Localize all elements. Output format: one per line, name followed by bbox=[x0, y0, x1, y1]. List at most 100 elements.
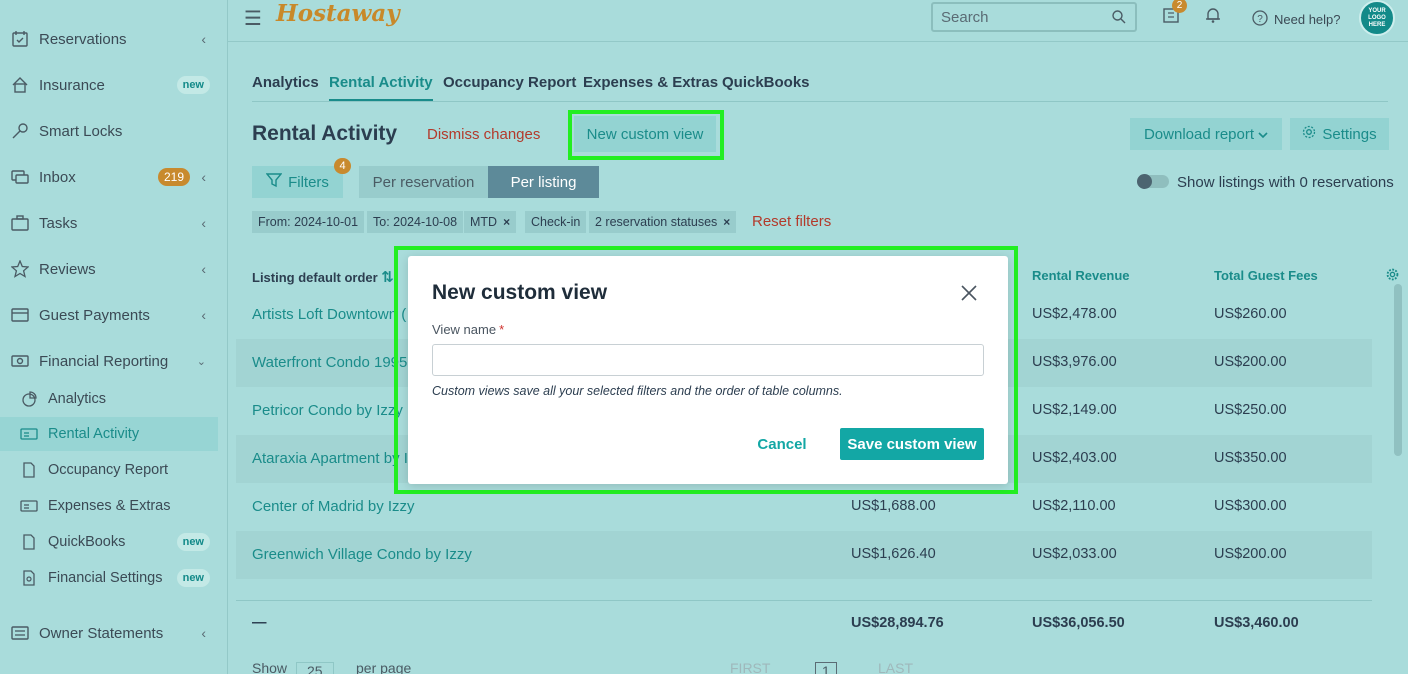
sidebar-item-insurance[interactable]: Insurance new bbox=[0, 67, 218, 103]
filter-chip-statuses[interactable]: 2 reservation statuses × bbox=[589, 211, 737, 233]
chevron-left-icon: ‹ bbox=[201, 625, 206, 641]
column-header-listing[interactable]: Listing default order ⇅ bbox=[252, 268, 394, 286]
listing-link[interactable]: Artists Loft Downtown ( bbox=[252, 306, 406, 323]
listing-link[interactable]: Center of Madrid by Izzy bbox=[252, 498, 415, 515]
help-link[interactable]: ? Need help? bbox=[1252, 10, 1341, 29]
inbox-count-badge: 219 bbox=[157, 168, 190, 186]
tab-quickbooks[interactable]: QuickBooks bbox=[722, 74, 810, 99]
sidebar-sub-occupancy-report[interactable]: Occupancy Report bbox=[0, 453, 218, 487]
briefcase-icon bbox=[10, 213, 30, 233]
guest-fees-cell: US$300.00 bbox=[1214, 498, 1287, 514]
totals-dash: — bbox=[252, 615, 267, 631]
view-name-help-text: Custom views save all your selected filt… bbox=[432, 384, 843, 398]
guest-fees-cell: US$200.00 bbox=[1214, 354, 1287, 370]
gear-icon bbox=[1302, 125, 1316, 143]
sidebar-item-reviews[interactable]: Reviews ‹ bbox=[0, 251, 218, 287]
column-header-rental-revenue[interactable]: Rental Revenue bbox=[1032, 268, 1130, 283]
column-settings-gear-icon[interactable] bbox=[1386, 268, 1399, 284]
new-custom-view-dialog: New custom view View name * Custom views … bbox=[408, 256, 1008, 484]
column-header-label: Listing default order bbox=[252, 270, 378, 285]
filter-chip-to[interactable]: To: 2024-10-08 bbox=[367, 211, 464, 233]
close-icon[interactable]: × bbox=[503, 215, 510, 229]
per-reservation-toggle[interactable]: Per reservation bbox=[359, 166, 488, 198]
chat-icon bbox=[10, 167, 30, 187]
filter-chip-from[interactable]: From: 2024-10-01 bbox=[252, 211, 365, 233]
chip-label: MTD bbox=[470, 215, 498, 229]
listing-link[interactable]: Petricor Condo by Izzy bbox=[252, 402, 403, 419]
chevron-left-icon: ‹ bbox=[201, 307, 206, 323]
sidebar-item-label: Tasks bbox=[39, 214, 78, 232]
sidebar-item-inbox[interactable]: Inbox 219 ‹ bbox=[0, 159, 218, 195]
filter-chip-mtd[interactable]: MTD × bbox=[464, 211, 517, 233]
settings-button[interactable]: Settings bbox=[1290, 118, 1389, 150]
download-report-button[interactable]: Download report bbox=[1130, 118, 1282, 150]
sidebar-sub-expenses-extras[interactable]: Expenses & Extras bbox=[0, 489, 218, 523]
view-name-input[interactable] bbox=[432, 344, 984, 376]
tab-occupancy-report[interactable]: Occupancy Report bbox=[443, 74, 576, 99]
notification-count-badge: 2 bbox=[1172, 0, 1187, 13]
money-icon bbox=[20, 425, 38, 443]
sidebar-item-smart-locks[interactable]: Smart Locks bbox=[0, 113, 218, 149]
filters-button[interactable]: Filters bbox=[252, 166, 343, 198]
listing-link[interactable]: Ataraxia Apartment by Iz bbox=[252, 450, 415, 467]
highlight-box bbox=[568, 110, 724, 160]
table-scrollbar[interactable] bbox=[1394, 284, 1402, 456]
sidebar-item-label: Reservations bbox=[39, 30, 127, 48]
sidebar-item-guest-payments[interactable]: Guest Payments ‹ bbox=[0, 297, 218, 333]
sidebar-item-tasks[interactable]: Tasks ‹ bbox=[0, 205, 218, 241]
bell-icon[interactable] bbox=[1204, 6, 1222, 27]
calendar-check-icon bbox=[10, 29, 30, 49]
chevron-left-icon: ‹ bbox=[201, 215, 206, 231]
sidebar-item-label: QuickBooks bbox=[48, 534, 126, 550]
tab-expenses-extras[interactable]: Expenses & Extras bbox=[583, 74, 718, 99]
total-guest-fees: US$3,460.00 bbox=[1214, 615, 1299, 631]
sidebar-item-label: Insurance bbox=[39, 76, 105, 94]
zero-reservations-switch[interactable] bbox=[1137, 174, 1169, 189]
sidebar-sub-rental-activity[interactable]: Rental Activity bbox=[0, 417, 218, 451]
sidebar-item-label: Rental Activity bbox=[48, 426, 140, 442]
sort-icon[interactable]: ⇅ bbox=[381, 269, 394, 286]
page-title: Rental Activity bbox=[252, 122, 398, 145]
guest-fees-cell: US$350.00 bbox=[1214, 450, 1287, 466]
dismiss-changes-button[interactable]: Dismiss changes bbox=[427, 126, 540, 143]
table-row[interactable]: Greenwich Village Condo by Izzy US$1,626… bbox=[236, 531, 1372, 579]
view-name-label-text: View name bbox=[432, 322, 497, 337]
pager-current-page[interactable]: 1 bbox=[815, 662, 837, 674]
sidebar-sub-financial-settings[interactable]: Financial Settings new bbox=[0, 561, 218, 595]
pager-first[interactable]: FIRST bbox=[730, 660, 770, 674]
filter-chip-checkin[interactable]: Check-in bbox=[525, 211, 587, 233]
payout-cell: US$1,626.40 bbox=[851, 546, 936, 562]
sidebar: Reservations ‹ Insurance new Smart Locks… bbox=[0, 0, 228, 674]
close-icon[interactable]: × bbox=[723, 215, 730, 229]
avatar[interactable]: YOUR LOGO HERE bbox=[1359, 0, 1395, 36]
listing-link[interactable]: Waterfront Condo 1995 bbox=[252, 354, 407, 371]
sidebar-item-reservations[interactable]: Reservations ‹ bbox=[0, 21, 218, 57]
save-custom-view-button[interactable]: Save custom view bbox=[840, 428, 984, 460]
sidebar-sub-quickbooks[interactable]: QuickBooks new bbox=[0, 525, 218, 559]
sidebar-sub-analytics[interactable]: Analytics bbox=[0, 382, 218, 416]
menu-icon[interactable]: ☰ bbox=[244, 6, 262, 31]
sidebar-item-label: Financial Reporting bbox=[39, 352, 169, 370]
guest-fees-cell: US$260.00 bbox=[1214, 306, 1287, 322]
column-header-guest-fees[interactable]: Total Guest Fees bbox=[1214, 268, 1318, 283]
per-page-select[interactable]: 25 bbox=[296, 662, 334, 674]
hostaway-logo[interactable]: Hostaway bbox=[276, 0, 400, 27]
sidebar-item-owner-statements[interactable]: Owner Statements ‹ bbox=[0, 615, 218, 651]
reset-filters-button[interactable]: Reset filters bbox=[752, 213, 831, 230]
doc-icon bbox=[20, 533, 38, 551]
money-icon bbox=[10, 351, 30, 371]
listing-link[interactable]: Greenwich Village Condo by Izzy bbox=[252, 546, 472, 563]
search-placeholder: Search bbox=[941, 8, 989, 26]
settings-label: Settings bbox=[1322, 125, 1377, 143]
chip-label: 2 reservation statuses bbox=[595, 215, 718, 229]
close-icon[interactable] bbox=[960, 284, 978, 302]
search-icon[interactable] bbox=[1111, 9, 1127, 29]
sidebar-item-financial-reporting[interactable]: Financial Reporting ⌄ bbox=[0, 343, 218, 379]
search-input[interactable]: Search bbox=[931, 2, 1137, 32]
per-listing-toggle[interactable]: Per listing bbox=[488, 166, 599, 198]
chip-label: To: 2024-10-08 bbox=[373, 215, 458, 229]
cancel-button[interactable]: Cancel bbox=[740, 428, 824, 460]
tab-analytics[interactable]: Analytics bbox=[252, 74, 319, 99]
tab-rental-activity[interactable]: Rental Activity bbox=[329, 74, 433, 101]
pager-last[interactable]: LAST bbox=[878, 660, 913, 674]
